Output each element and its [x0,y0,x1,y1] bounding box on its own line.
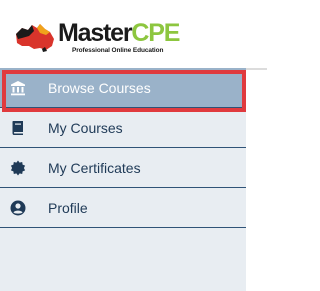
sidebar-item-my-certificates[interactable]: My Certificates [0,148,246,188]
sidebar-item-browse-courses[interactable]: Browse Courses [0,68,246,108]
header-divider [246,68,267,70]
sidebar-item-label: Profile [48,199,88,216]
sidebar-item-my-courses[interactable]: My Courses [0,108,246,148]
user-circle-icon [10,200,26,216]
book-icon [10,120,26,136]
sidebar-item-label: My Certificates [48,159,141,176]
sidebar-item-profile[interactable]: Profile [0,188,246,228]
page: MasterCPE Professional Online Education … [0,0,267,291]
certificate-badge-icon [10,160,26,176]
brand-name-accent: CPE [131,19,180,47]
sidebar: Browse Courses My Courses My Certificate… [0,68,246,291]
brand-tagline: Professional Online Education [72,47,164,54]
sidebar-item-label: My Courses [48,119,123,136]
brand-name: MasterCPE [58,19,180,47]
brand-name-main: Master [58,19,133,47]
sidebar-item-label: Browse Courses [48,79,151,96]
australia-map-logo-icon [16,24,54,52]
bank-icon [10,80,26,96]
mastercpe-logo[interactable]: MasterCPE Professional Online Education [12,18,182,56]
